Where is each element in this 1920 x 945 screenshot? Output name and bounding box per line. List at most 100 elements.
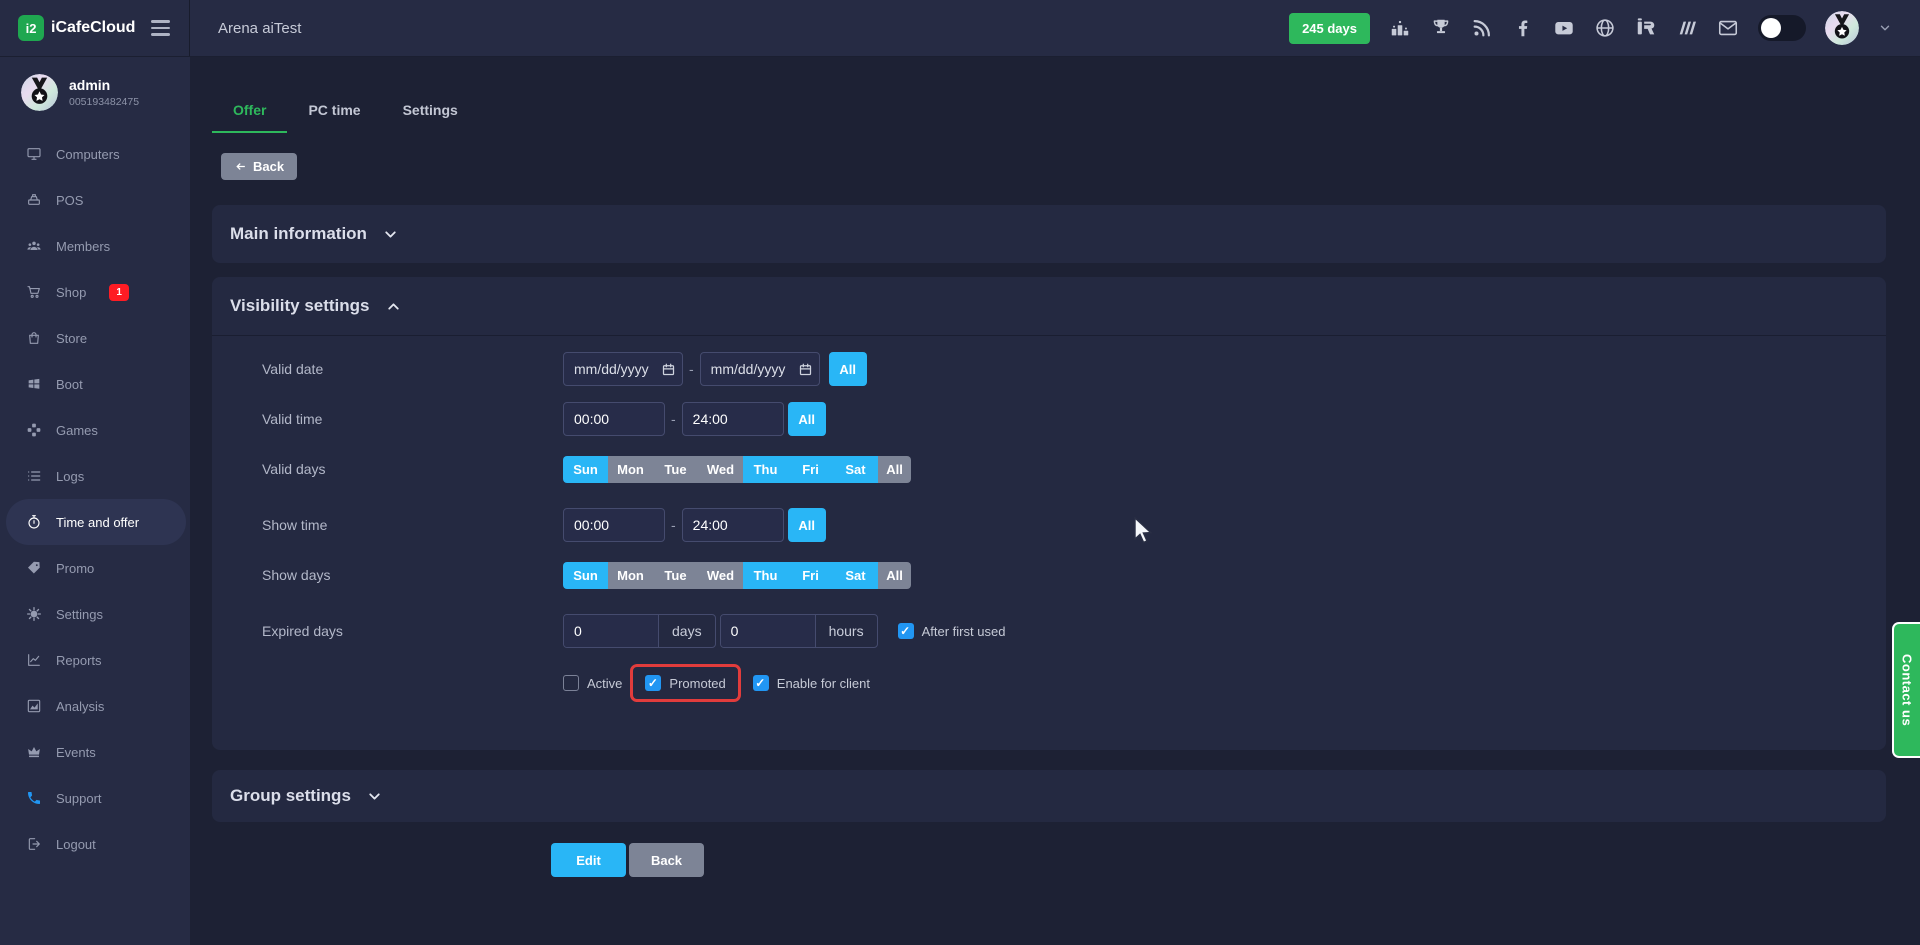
ranking-icon[interactable] bbox=[1389, 17, 1411, 39]
tab-pc-time[interactable]: PC time bbox=[287, 96, 381, 133]
back-button-bottom[interactable]: Back bbox=[629, 843, 704, 877]
platinum-medal-icon bbox=[1825, 11, 1859, 45]
computers-icon bbox=[26, 146, 42, 162]
show-time-row: Show time - All bbox=[262, 508, 1886, 542]
expired-hours-input[interactable] bbox=[721, 615, 815, 647]
valid-day-sat[interactable]: Sat bbox=[833, 456, 878, 483]
footer-buttons: Edit Back bbox=[551, 843, 1886, 877]
contact-us-tab[interactable]: Contact us bbox=[1892, 622, 1920, 758]
valid-day-thu[interactable]: Thu bbox=[743, 456, 788, 483]
promoted-checkbox[interactable] bbox=[645, 675, 661, 691]
valid-day-wed[interactable]: Wed bbox=[698, 456, 743, 483]
valid-date-start-box bbox=[563, 352, 683, 386]
youtube-icon[interactable] bbox=[1553, 17, 1575, 39]
show-day-wed[interactable]: Wed bbox=[698, 562, 743, 589]
sidebar-item-label: Games bbox=[56, 423, 98, 438]
sidebar-item-settings[interactable]: Settings bbox=[0, 591, 190, 637]
valid-days-picker: Sun Mon Tue Wed Thu Fri Sat All bbox=[563, 456, 911, 483]
enable-for-client-label: Enable for client bbox=[777, 676, 870, 691]
sidebar-item-analysis[interactable]: Analysis bbox=[0, 683, 190, 729]
license-days-badge[interactable]: 245 days bbox=[1289, 13, 1370, 44]
section-title: Group settings bbox=[230, 786, 351, 806]
sidebar-item-logs[interactable]: Logs bbox=[0, 453, 190, 499]
app-logo[interactable]: i2 iCafeCloud bbox=[18, 15, 135, 41]
valid-time-end-input[interactable] bbox=[682, 402, 784, 436]
back-button-top[interactable]: Back bbox=[221, 153, 297, 180]
sidebar-item-shop[interactable]: Shop 1 bbox=[0, 269, 190, 315]
show-day-fri[interactable]: Fri bbox=[788, 562, 833, 589]
show-days-picker: Sun Mon Tue Wed Thu Fri Sat All bbox=[563, 562, 911, 589]
valid-day-mon[interactable]: Mon bbox=[608, 456, 653, 483]
valid-time-all-button[interactable]: All bbox=[788, 402, 826, 436]
sidebar-item-events[interactable]: Events bbox=[0, 729, 190, 775]
sidebar-item-store[interactable]: Store bbox=[0, 315, 190, 361]
show-time-end-input[interactable] bbox=[682, 508, 784, 542]
valid-time-start-input[interactable] bbox=[563, 402, 665, 436]
enable-for-client-checkbox[interactable] bbox=[753, 675, 769, 691]
valid-date-all-button[interactable]: All bbox=[829, 352, 867, 386]
mail-icon[interactable] bbox=[1717, 17, 1739, 39]
chevron-up-icon bbox=[385, 298, 402, 315]
sidebar-item-games[interactable]: Games bbox=[0, 407, 190, 453]
icafecloud-icon[interactable] bbox=[1635, 17, 1657, 39]
sidebar-item-label: Shop bbox=[56, 285, 86, 300]
sidebar-user[interactable]: admin 005193482475 bbox=[0, 57, 190, 125]
sidebar-item-logout[interactable]: Logout bbox=[0, 821, 190, 867]
show-day-sat[interactable]: Sat bbox=[833, 562, 878, 589]
layers-icon[interactable] bbox=[1676, 17, 1698, 39]
tab-settings[interactable]: Settings bbox=[382, 96, 479, 133]
sidebar-item-label: Boot bbox=[56, 377, 83, 392]
group-settings-header[interactable]: Group settings bbox=[212, 770, 1886, 822]
sidebar-item-label: Members bbox=[56, 239, 110, 254]
rss-icon[interactable] bbox=[1471, 17, 1493, 39]
after-first-used-label: After first used bbox=[922, 624, 1006, 639]
main-information-header[interactable]: Main information bbox=[212, 205, 1886, 263]
expired-days-group: days bbox=[563, 614, 716, 648]
valid-days-row: Valid days Sun Mon Tue Wed Thu Fri Sat A… bbox=[262, 452, 1886, 486]
sidebar-item-computers[interactable]: Computers bbox=[0, 131, 190, 177]
show-time-all-button[interactable]: All bbox=[788, 508, 826, 542]
visibility-settings-header[interactable]: Visibility settings bbox=[212, 277, 1886, 336]
show-time-start-input[interactable] bbox=[563, 508, 665, 542]
members-icon bbox=[26, 238, 42, 254]
tab-offer[interactable]: Offer bbox=[212, 96, 287, 133]
show-day-tue[interactable]: Tue bbox=[653, 562, 698, 589]
sidebar-item-boot[interactable]: Boot bbox=[0, 361, 190, 407]
group-settings-card: Group settings bbox=[212, 770, 1886, 822]
user-avatar[interactable] bbox=[1825, 11, 1859, 45]
menu-toggle-icon[interactable] bbox=[148, 17, 173, 39]
theme-toggle[interactable] bbox=[1758, 15, 1806, 41]
sidebar-item-support[interactable]: Support bbox=[0, 775, 190, 821]
sidebar-item-label: Support bbox=[56, 791, 102, 806]
facebook-icon[interactable] bbox=[1512, 17, 1534, 39]
expired-days-row: Expired days days hours After first used bbox=[262, 614, 1886, 648]
valid-date-end-input[interactable] bbox=[700, 352, 820, 386]
edit-button[interactable]: Edit bbox=[551, 843, 626, 877]
valid-date-start-input[interactable] bbox=[563, 352, 683, 386]
sidebar-item-label: POS bbox=[56, 193, 83, 208]
sidebar-item-pos[interactable]: POS bbox=[0, 177, 190, 223]
valid-day-fri[interactable]: Fri bbox=[788, 456, 833, 483]
after-first-used-option: After first used bbox=[898, 623, 1006, 639]
sidebar-item-reports[interactable]: Reports bbox=[0, 637, 190, 683]
globe-icon[interactable] bbox=[1594, 17, 1616, 39]
chevron-down-icon[interactable] bbox=[1878, 21, 1892, 35]
expired-days-input[interactable] bbox=[564, 615, 658, 647]
active-checkbox[interactable] bbox=[563, 675, 579, 691]
valid-day-all[interactable]: All bbox=[878, 456, 911, 483]
valid-date-end-box bbox=[700, 352, 820, 386]
show-day-sun[interactable]: Sun bbox=[563, 562, 608, 589]
valid-day-sun[interactable]: Sun bbox=[563, 456, 608, 483]
sidebar-item-time-and-offer[interactable]: Time and offer bbox=[6, 499, 186, 545]
sidebar-item-promo[interactable]: Promo bbox=[0, 545, 190, 591]
show-day-all[interactable]: All bbox=[878, 562, 911, 589]
top-header: i2 iCafeCloud Arena aiTest 245 days bbox=[0, 0, 1920, 57]
sidebar-item-label: Promo bbox=[56, 561, 94, 576]
show-day-mon[interactable]: Mon bbox=[608, 562, 653, 589]
after-first-used-checkbox[interactable] bbox=[898, 623, 914, 639]
main-information-card: Main information bbox=[212, 205, 1886, 263]
sidebar-item-members[interactable]: Members bbox=[0, 223, 190, 269]
show-day-thu[interactable]: Thu bbox=[743, 562, 788, 589]
valid-day-tue[interactable]: Tue bbox=[653, 456, 698, 483]
trophy-icon[interactable] bbox=[1430, 17, 1452, 39]
